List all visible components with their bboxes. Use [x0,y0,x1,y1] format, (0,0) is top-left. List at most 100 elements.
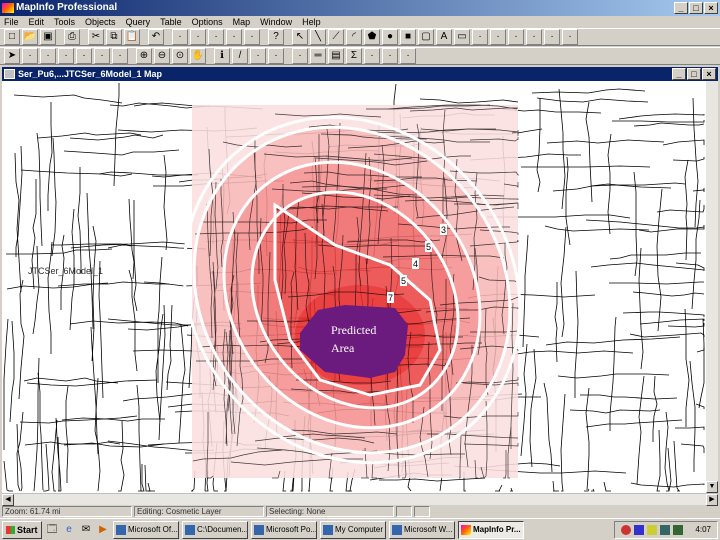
other2-icon[interactable]: · [382,48,398,64]
menu-help[interactable]: Help [302,16,321,28]
new-grapher-icon[interactable]: · [208,29,224,45]
road-line [558,88,566,210]
statistics-icon[interactable]: Σ [346,48,362,64]
menu-file[interactable]: File [4,16,19,28]
map-maximize-button[interactable]: □ [687,68,701,80]
volume-icon[interactable] [647,525,657,535]
task-my-computer[interactable]: My Computer [320,520,386,539]
change-view-icon[interactable]: ⊙ [172,48,188,64]
paste-icon[interactable]: 📋 [124,29,140,45]
help-icon[interactable]: ? [268,29,284,45]
radius-icon[interactable]: · [40,48,56,64]
line-icon[interactable]: ╲ [310,29,326,45]
menu-options[interactable]: Options [192,16,223,28]
zoom-out-icon[interactable]: ⊖ [154,48,170,64]
status-zoom[interactable]: Zoom: 61.74 mi [2,506,132,517]
info-icon[interactable]: ℹ [214,48,230,64]
close-button[interactable]: × [704,2,718,14]
task-powerpoint[interactable]: Microsoft Po... [251,520,317,539]
task-microsoft-office[interactable]: Microsoft Of... [113,520,179,539]
desktop-quicklaunch-icon[interactable]: 🗔 [45,523,59,537]
media-quicklaunch-icon[interactable]: ▶ [96,523,110,537]
reshape-icon[interactable]: · [472,29,488,45]
menu-table[interactable]: Table [160,16,182,28]
drag-window-icon[interactable]: · [250,48,266,64]
status-editing[interactable]: Editing: Cosmetic Layer [134,506,264,517]
vertical-scrollbar[interactable]: ▼ [706,81,718,493]
horizontal-scrollbar[interactable]: ◀ ▶ [2,493,718,506]
map-close-button[interactable]: × [702,68,716,80]
invert-icon[interactable]: · [112,48,128,64]
task-documents[interactable]: C:\Documen... [182,520,248,539]
minimize-button[interactable]: _ [674,2,688,14]
save-icon[interactable]: ▣ [40,29,56,45]
boundary-select-icon[interactable]: · [76,48,92,64]
maximize-button[interactable]: □ [689,2,703,14]
select-icon[interactable]: ↖ [292,29,308,45]
ruler-icon[interactable]: ═ [310,48,326,64]
text-style-icon[interactable]: · [562,29,578,45]
ellipse-icon[interactable]: ● [382,29,398,45]
legend-icon[interactable]: ▤ [328,48,344,64]
outlook-quicklaunch-icon[interactable]: ✉ [79,523,93,537]
polyline-icon[interactable]: ⟋ [328,29,344,45]
polygon-icon[interactable]: ⬟ [364,29,380,45]
hotlink-icon[interactable]: · [268,48,284,64]
task-word[interactable]: Microsoft W... [389,520,455,539]
new-mapper-icon[interactable]: · [190,29,206,45]
road-line [166,304,173,391]
polygon-select-icon[interactable]: · [58,48,74,64]
zoom-in-icon[interactable]: ⊕ [136,48,152,64]
new-browser-icon[interactable]: · [172,29,188,45]
undo-icon[interactable]: ↶ [148,29,164,45]
rounded-rect-icon[interactable]: ▢ [418,29,434,45]
region-style-icon[interactable]: · [544,29,560,45]
other-icon[interactable]: · [364,48,380,64]
marquee-icon[interactable]: · [22,48,38,64]
text-icon[interactable]: A [436,29,452,45]
menu-query[interactable]: Query [126,16,151,28]
road-line [69,320,189,327]
rectangle-icon[interactable]: ■ [400,29,416,45]
unselect-icon[interactable]: · [94,48,110,64]
scroll-down-button[interactable]: ▼ [706,481,718,493]
map-minimize-button[interactable]: _ [672,68,686,80]
copy-icon[interactable]: ⧉ [106,29,122,45]
menu-objects[interactable]: Objects [85,16,116,28]
road-line [585,387,590,491]
ie-quicklaunch-icon[interactable]: e [62,523,76,537]
menu-window[interactable]: Window [260,16,292,28]
label-icon[interactable]: / [232,48,248,64]
task-mapinfo[interactable]: MapInfo Pr... [458,520,524,539]
grabber-icon[interactable]: ✋ [190,48,206,64]
road-line [560,393,566,492]
tray-icon[interactable] [660,525,670,535]
symbol-style-icon[interactable]: · [508,29,524,45]
new-redistrict-icon[interactable]: · [244,29,260,45]
menu-map[interactable]: Map [233,16,251,28]
menu-tools[interactable]: Tools [54,16,75,28]
select-tool-icon[interactable]: ➤ [4,48,20,64]
arc-icon[interactable]: ◜ [346,29,362,45]
road-line [16,411,24,492]
road-line [6,248,113,255]
start-button[interactable]: Start [2,520,42,539]
frame-icon[interactable]: ▭ [454,29,470,45]
new-layout-icon[interactable]: · [226,29,242,45]
tray-icon[interactable] [621,525,631,535]
cut-icon[interactable]: ✂ [88,29,104,45]
contour-label: 7 [388,293,393,303]
road-line [77,167,82,274]
open-icon[interactable]: 📂 [22,29,38,45]
menu-edit[interactable]: Edit [29,16,45,28]
line-style-icon[interactable]: · [526,29,542,45]
layer-control-icon[interactable]: · [292,48,308,64]
new-icon[interactable]: □ [4,29,20,45]
network-icon[interactable] [673,525,683,535]
tray-icon[interactable] [634,525,644,535]
map-canvas[interactable]: Predicted Area 3 5 4 5 7 JTCSer_6Model_1 [2,81,706,493]
add-node-icon[interactable]: · [490,29,506,45]
road-line [656,205,705,213]
other3-icon[interactable]: · [400,48,416,64]
print-icon[interactable]: ⎙ [64,29,80,45]
